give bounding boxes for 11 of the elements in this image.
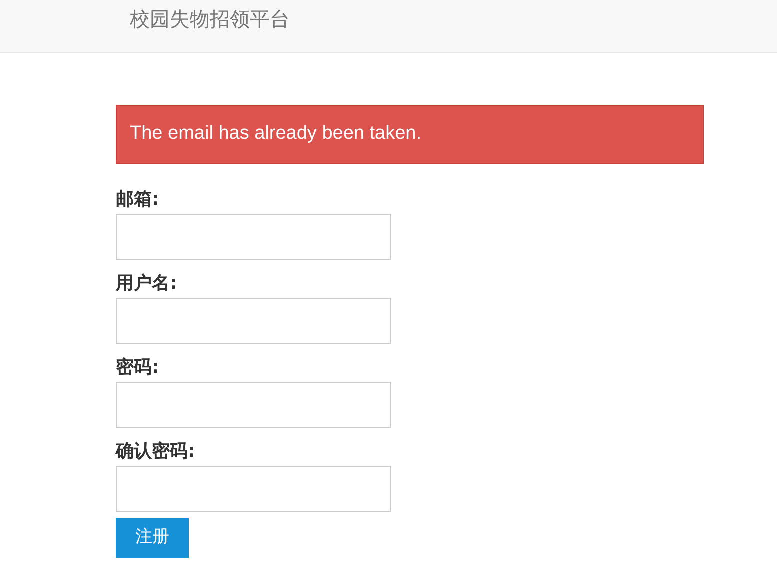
input-field[interactable] [116, 298, 391, 344]
register-button[interactable]: 注册 [116, 518, 189, 558]
input-field[interactable] [116, 382, 391, 428]
alert-message: The email has already been taken. [130, 122, 422, 146]
input-field[interactable] [116, 214, 391, 260]
field-label: 密码: [116, 356, 160, 380]
field-label: 确认密码: [116, 440, 196, 464]
input-field[interactable] [116, 466, 391, 512]
field-label: 用户名: [116, 272, 178, 296]
field-label: 邮箱: [116, 188, 160, 212]
brand-title[interactable]: 校园失物招领平台 [130, 7, 290, 31]
